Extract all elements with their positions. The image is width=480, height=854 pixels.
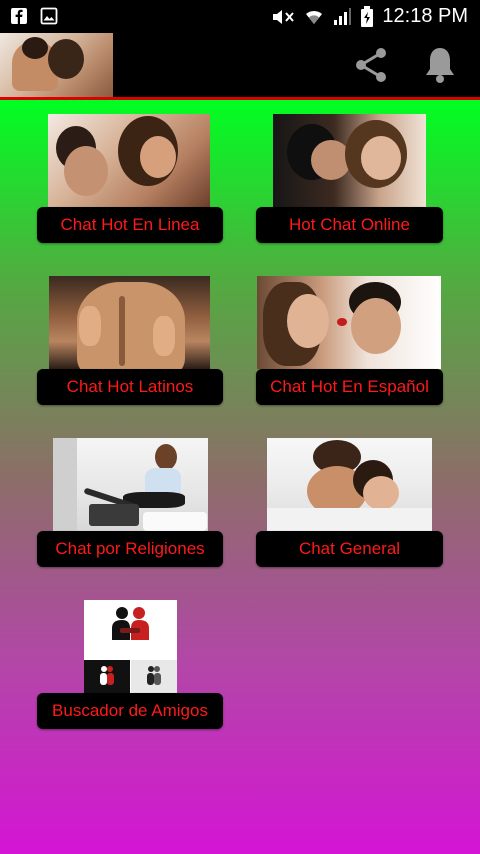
share-icon <box>356 48 386 82</box>
tile-grid: Chat Hot En Linea Hot Chat Online Chat H… <box>0 100 480 854</box>
tile-image <box>273 114 426 207</box>
tile-image <box>84 600 177 693</box>
status-bar: 12:18 PM <box>0 0 480 33</box>
friends-small-icon-alt <box>147 666 161 685</box>
tile-button[interactable]: Chat Hot En Español <box>256 369 443 405</box>
friends-icon <box>112 607 149 640</box>
tile-button[interactable]: Hot Chat Online <box>256 207 443 243</box>
tile-button[interactable]: Buscador de Amigos <box>37 693 223 729</box>
tile-button[interactable]: Chat General <box>256 531 443 567</box>
app-header-image <box>0 33 113 97</box>
tile-image <box>267 438 432 531</box>
signal-icon <box>334 7 352 25</box>
friends-small-icon <box>100 666 114 685</box>
tile-button[interactable]: Chat Hot En Linea <box>37 207 223 243</box>
battery-icon <box>361 5 374 27</box>
tile-image <box>257 276 441 369</box>
tile-button[interactable]: Chat por Religiones <box>37 531 223 567</box>
status-time: 12:18 PM <box>382 5 468 27</box>
share-button[interactable] <box>348 41 396 89</box>
wifi-icon <box>306 10 323 24</box>
mute-icon <box>273 9 295 24</box>
bell-icon <box>426 48 454 83</box>
notifications-button[interactable] <box>416 41 464 89</box>
tile-image <box>48 114 210 207</box>
tile-button[interactable]: Chat Hot Latinos <box>37 369 223 405</box>
facebook-icon <box>11 8 27 24</box>
app-bar <box>0 33 480 97</box>
tile-image <box>53 438 208 531</box>
tile-image <box>49 276 210 369</box>
gallery-icon <box>40 7 58 25</box>
